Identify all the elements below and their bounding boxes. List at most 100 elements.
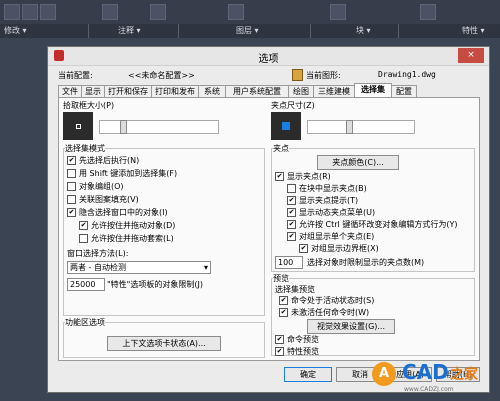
mode-shift-add-label: 用 Shift 键添加到选择集(F): [79, 169, 178, 178]
dynamic-grip-menu-checkbox[interactable]: ✔: [287, 208, 296, 217]
ribbon-tool-icon[interactable]: [330, 4, 346, 20]
property-preview-label: 特性预览: [287, 347, 319, 356]
tab-plot-publish[interactable]: 打印和发布: [151, 85, 199, 97]
dynamic-grip-menu-label: 显示动态夹点菜单(U): [299, 208, 376, 217]
mode-press-drag-lasso-checkbox[interactable]: [79, 234, 88, 243]
current-profile-label: 当前配置:: [58, 71, 93, 80]
mode-implied-window-checkbox[interactable]: ✔: [67, 208, 76, 217]
ribbon-tool-icon[interactable]: [102, 4, 118, 20]
ribbon-group-modify[interactable]: 修改 ▾: [4, 25, 27, 36]
ribbon-separator: [310, 24, 311, 38]
grips-in-blocks-label: 在块中显示夹点(B): [299, 184, 367, 193]
grips-in-blocks-checkbox[interactable]: [287, 184, 296, 193]
contextual-tab-states-button[interactable]: 上下文选项卡状态(A)...: [107, 336, 221, 351]
close-button[interactable]: ×: [458, 48, 484, 63]
ribbon-tool-icon[interactable]: [420, 4, 436, 20]
grip-limit-label: 选择对象时限制显示的夹点数(M): [307, 258, 425, 267]
preview-command-active-checkbox[interactable]: ✔: [279, 296, 288, 305]
logo-text-cad: CAD: [402, 360, 449, 384]
watermark-logo: A CAD 之家 www.CADZJ.com: [372, 360, 496, 398]
grip-size-title: 夹点尺寸(Z): [271, 101, 315, 110]
ok-button[interactable]: 确定: [284, 367, 332, 382]
chevron-down-icon: ▾: [203, 263, 208, 272]
logo-url: www.CADZJ.com: [404, 386, 454, 393]
mode-assoc-hatch-label: 关联图案填充(V): [79, 195, 139, 204]
group-bounding-box-label: 对组显示边界框(X): [311, 244, 379, 253]
tab-system[interactable]: 系统: [198, 85, 226, 97]
ribbon-group-properties[interactable]: 特性 ▾: [462, 25, 485, 36]
grips-title: 夹点: [273, 143, 289, 154]
options-dialog: 选项 × 当前配置: <<未命名配置>> 当前图形: Drawing1.dwg …: [47, 46, 490, 393]
logo-text-suffix: 之家: [450, 367, 478, 383]
ribbon-group-block[interactable]: 块 ▾: [356, 25, 371, 36]
ribbon-tool-icon[interactable]: [4, 4, 20, 20]
visual-effects-settings-button[interactable]: 视觉效果设置(G)...: [307, 319, 395, 334]
tab-profiles[interactable]: 配置: [391, 85, 417, 97]
properties-limit-input[interactable]: 25000: [67, 278, 105, 291]
tab-open-save[interactable]: 打开和保存: [104, 85, 152, 97]
mode-noun-verb-label: 先选择后执行(N): [79, 156, 140, 165]
show-grips-checkbox[interactable]: ✔: [275, 172, 284, 181]
dialog-titlebar[interactable]: 选项 ×: [48, 47, 489, 66]
ribbon-tool-icon[interactable]: [22, 4, 38, 20]
tab-selection[interactable]: 选择集: [354, 83, 392, 97]
ctrl-cycling-label: 允许按 Ctrl 键循环改变对象编辑方式行为(Y): [299, 220, 458, 229]
preview-no-command-label: 未激活任何命令时(W): [291, 308, 370, 317]
mode-object-grouping-label: 对象编组(O): [79, 182, 124, 191]
preview-title: 预览: [273, 273, 289, 284]
logo-emblem: A: [372, 362, 396, 386]
mode-shift-add-checkbox[interactable]: [67, 169, 76, 178]
grip-size-preview: [271, 112, 301, 140]
ctrl-cycling-checkbox[interactable]: ✔: [287, 220, 296, 229]
grip-tips-label: 显示夹点提示(T): [299, 196, 359, 205]
current-profile-value: <<未命名配置>>: [128, 71, 195, 80]
mode-noun-verb-checkbox[interactable]: ✔: [67, 156, 76, 165]
mode-press-drag-object-checkbox[interactable]: ✔: [79, 221, 88, 230]
preview-no-command-checkbox[interactable]: ✔: [279, 308, 288, 317]
selection-preview-subtitle: 选择集预览: [275, 285, 315, 294]
ribbon-group-annotate[interactable]: 注释 ▾: [118, 25, 141, 36]
ribbon-group-layers[interactable]: 图层 ▾: [236, 25, 259, 36]
dialog-title: 选项: [258, 54, 279, 65]
grip-limit-input[interactable]: 100: [275, 256, 303, 269]
tab-3d-modeling[interactable]: 三维建模: [313, 85, 355, 97]
ribbon-separator: [178, 24, 179, 38]
command-preview-checkbox[interactable]: ✔: [275, 335, 284, 344]
single-grip-groups-label: 对组显示单个夹点(E): [299, 232, 375, 241]
grip-colors-button[interactable]: 夹点颜色(C)...: [317, 155, 399, 170]
grip-tips-checkbox[interactable]: ✔: [287, 196, 296, 205]
pickbox-size-title: 拾取框大小(P): [63, 101, 115, 110]
ribbon-bar: 修改 ▾ 注释 ▾ 图层 ▾ 块 ▾ 特性 ▾: [0, 0, 500, 38]
window-method-select[interactable]: 两者 - 自动检测 ▾: [67, 261, 211, 274]
window-method-label: 窗口选择方法(L):: [67, 249, 129, 258]
property-preview-checkbox[interactable]: ✔: [275, 347, 284, 356]
ribbon-tool-icon[interactable]: [40, 4, 56, 20]
group-bounding-box-checkbox[interactable]: ✔: [299, 244, 308, 253]
mode-object-grouping-checkbox[interactable]: [67, 182, 76, 191]
pickbox-slider-thumb[interactable]: [120, 120, 127, 134]
properties-limit-label: "特性"选项板的对象限制(J): [107, 280, 203, 289]
ribbon-tool-icon[interactable]: [228, 4, 244, 20]
window-method-value: 两者 - 自动检测: [70, 263, 126, 272]
grip-square: [282, 122, 290, 130]
tab-user-preferences[interactable]: 用户系统配置: [225, 85, 289, 97]
current-drawing-value: Drawing1.dwg: [378, 70, 436, 79]
mode-assoc-hatch-checkbox[interactable]: [67, 195, 76, 204]
pickbox-preview: [63, 112, 93, 140]
pickbox-size-slider[interactable]: [99, 120, 219, 134]
ribbon-options-title: 功能区选项: [65, 317, 105, 328]
tab-display[interactable]: 显示: [81, 85, 105, 97]
command-preview-label: 命令预览: [287, 335, 319, 344]
ribbon-separator: [88, 24, 89, 38]
tab-files[interactable]: 文件: [58, 85, 82, 97]
grip-size-slider[interactable]: [307, 120, 415, 134]
mode-press-drag-lasso-label: 允许按住并拖动套索(L): [91, 234, 174, 243]
tab-drafting[interactable]: 绘图: [288, 85, 314, 97]
single-grip-groups-checkbox[interactable]: ✔: [287, 232, 296, 241]
ribbon-tool-icon[interactable]: [150, 4, 166, 20]
drawing-file-icon: [292, 69, 303, 81]
selection-tab-panel: 拾取框大小(P) 选择集模式 ✔ 先选择后执行(N) 用 Shift 键添加到选…: [58, 97, 480, 361]
preview-command-active-label: 命令处于活动状态时(S): [291, 296, 375, 305]
grip-slider-thumb[interactable]: [346, 120, 353, 134]
current-drawing-label: 当前图形:: [306, 71, 341, 80]
